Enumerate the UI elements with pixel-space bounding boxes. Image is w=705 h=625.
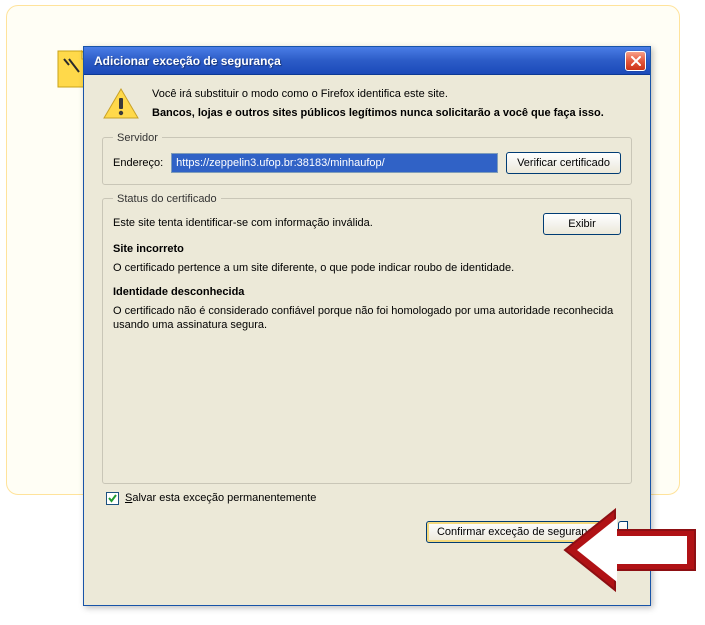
unknown-identity-heading: Identidade desconhecida <box>113 286 621 298</box>
address-input[interactable] <box>171 153 498 173</box>
address-label: Endereço: <box>113 157 163 169</box>
server-legend: Servidor <box>113 132 162 144</box>
titlebar: Adicionar exceção de segurança <box>84 47 650 75</box>
unknown-identity-text: O certificado não é considerado confiáve… <box>113 304 621 334</box>
server-fieldset: Servidor Endereço: Verificar certificado <box>102 132 632 185</box>
cancel-button-partial[interactable] <box>618 521 628 543</box>
header-section: Você irá substituir o modo como o Firefo… <box>102 87 632 122</box>
close-button[interactable] <box>625 51 646 71</box>
wrong-site-text: O certificado pertence a um site diferen… <box>113 261 621 276</box>
security-exception-dialog: Adicionar exceção de segurança Você irá … <box>83 46 651 606</box>
status-fieldset: Status do certificado Este site tenta id… <box>102 193 632 484</box>
intro-line-1: Você irá substituir o modo como o Firefo… <box>152 87 632 102</box>
invalid-info-text: Este site tenta identificar-se com infor… <box>113 216 373 231</box>
confirm-exception-button[interactable]: Confirmar exceção de segurança <box>426 521 610 543</box>
intro-line-2: Bancos, lojas e outros sites públicos le… <box>152 106 632 121</box>
save-permanently-checkbox[interactable]: Salvar esta exceção permanentemente <box>106 492 632 505</box>
checkbox-label: Salvar esta exceção permanentemente <box>125 492 316 504</box>
check-icon <box>107 493 118 504</box>
close-icon <box>630 55 642 67</box>
warning-icon <box>102 87 140 122</box>
exhibit-button[interactable]: Exibir <box>543 213 621 235</box>
checkbox-box <box>106 492 119 505</box>
dialog-title: Adicionar exceção de segurança <box>94 54 281 68</box>
status-legend: Status do certificado <box>113 193 221 205</box>
verify-cert-button[interactable]: Verificar certificado <box>506 152 621 174</box>
header-text: Você irá substituir o modo como o Firefo… <box>152 87 632 122</box>
dialog-body: Você irá substituir o modo como o Firefo… <box>84 75 650 553</box>
wrong-site-heading: Site incorreto <box>113 243 621 255</box>
